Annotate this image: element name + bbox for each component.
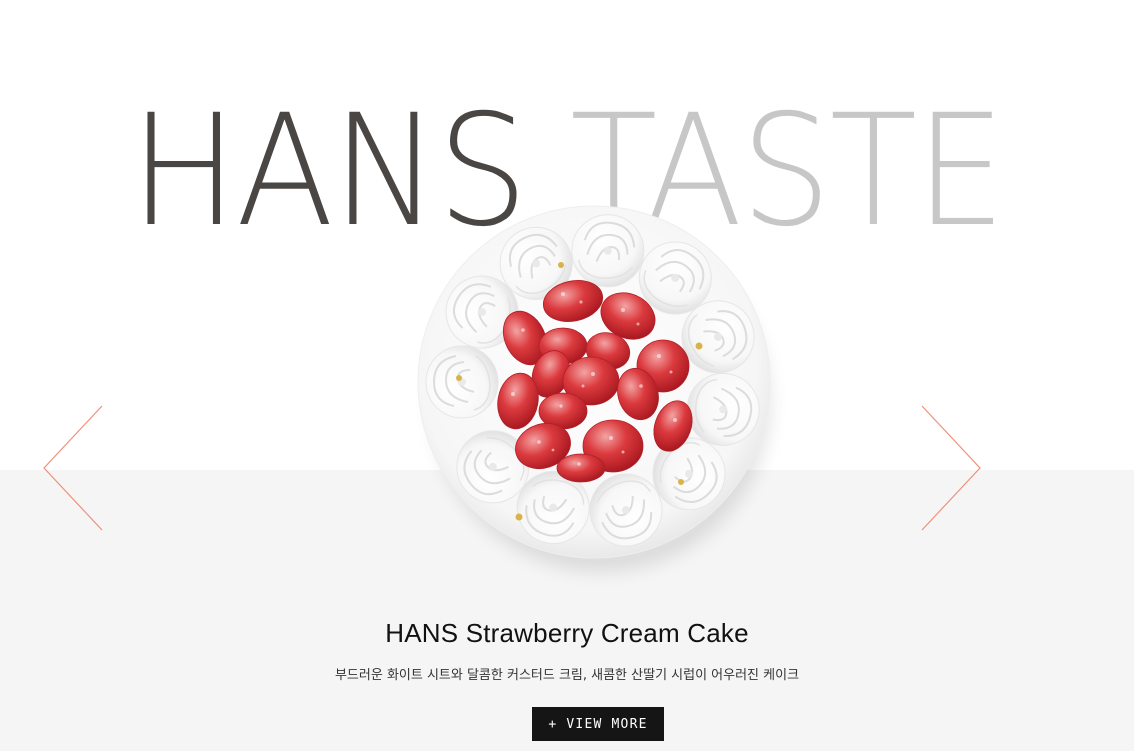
hero-slider: HANS TASTE HANS Strawberry Cream Cake 부드… <box>0 0 1134 751</box>
slider-prev-arrow[interactable] <box>40 404 104 532</box>
cake-illustration <box>417 205 771 572</box>
slider-next-arrow[interactable] <box>920 404 984 532</box>
chevron-right-icon <box>921 405 981 531</box>
product-description: 부드러운 화이트 시트와 달콤한 커스터드 크림, 새콤한 산딸기 시럽이 어우… <box>334 668 800 683</box>
chevron-left-icon <box>43 405 103 531</box>
view-more-button[interactable]: + VIEW MORE <box>532 707 664 741</box>
product-title: HANS Strawberry Cream Cake <box>385 618 749 648</box>
cake-image <box>413 205 775 572</box>
